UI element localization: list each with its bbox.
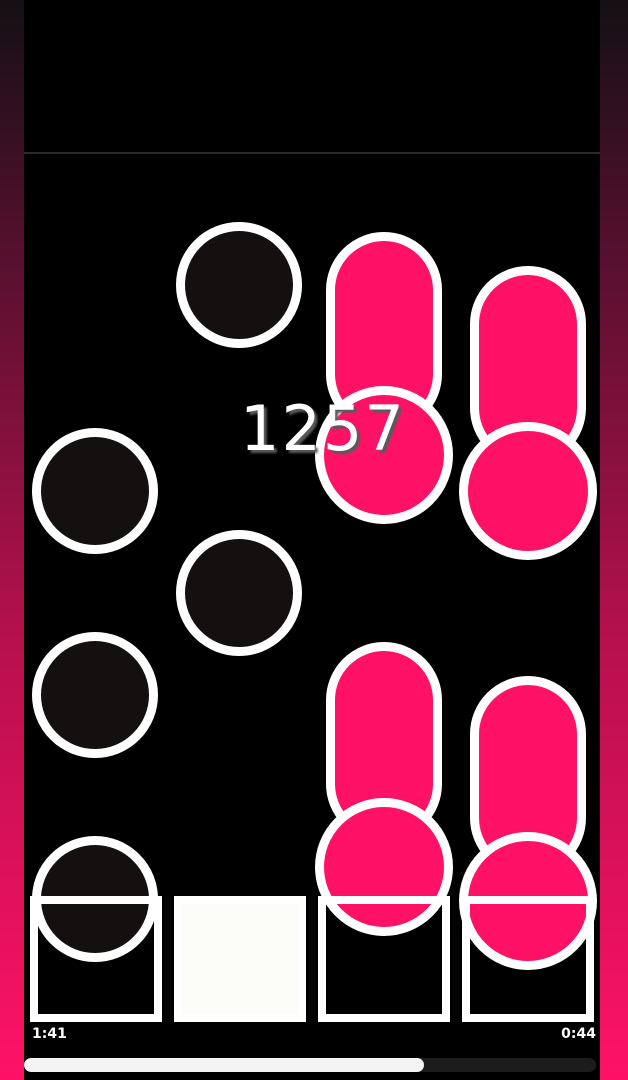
song-progress-fill <box>24 1058 425 1072</box>
left-side-gradient <box>0 0 24 1080</box>
lane-key-1[interactable] <box>30 896 162 1022</box>
hold-note-head <box>459 422 597 560</box>
score-display: 1257 <box>240 392 406 465</box>
playfield-top-divider <box>24 152 600 154</box>
tap-note <box>32 428 158 554</box>
remaining-time: 0:44 <box>561 1026 596 1042</box>
tap-note <box>176 530 302 656</box>
tap-note <box>32 632 158 758</box>
song-progress-bar <box>24 1058 596 1072</box>
right-side-gradient <box>600 0 628 1080</box>
lane-key-2[interactable] <box>174 896 306 1022</box>
tap-note <box>176 222 302 348</box>
lane-key-3[interactable] <box>318 896 450 1022</box>
lane-key-4[interactable] <box>462 896 594 1022</box>
elapsed-time: 1:41 <box>32 1026 67 1042</box>
